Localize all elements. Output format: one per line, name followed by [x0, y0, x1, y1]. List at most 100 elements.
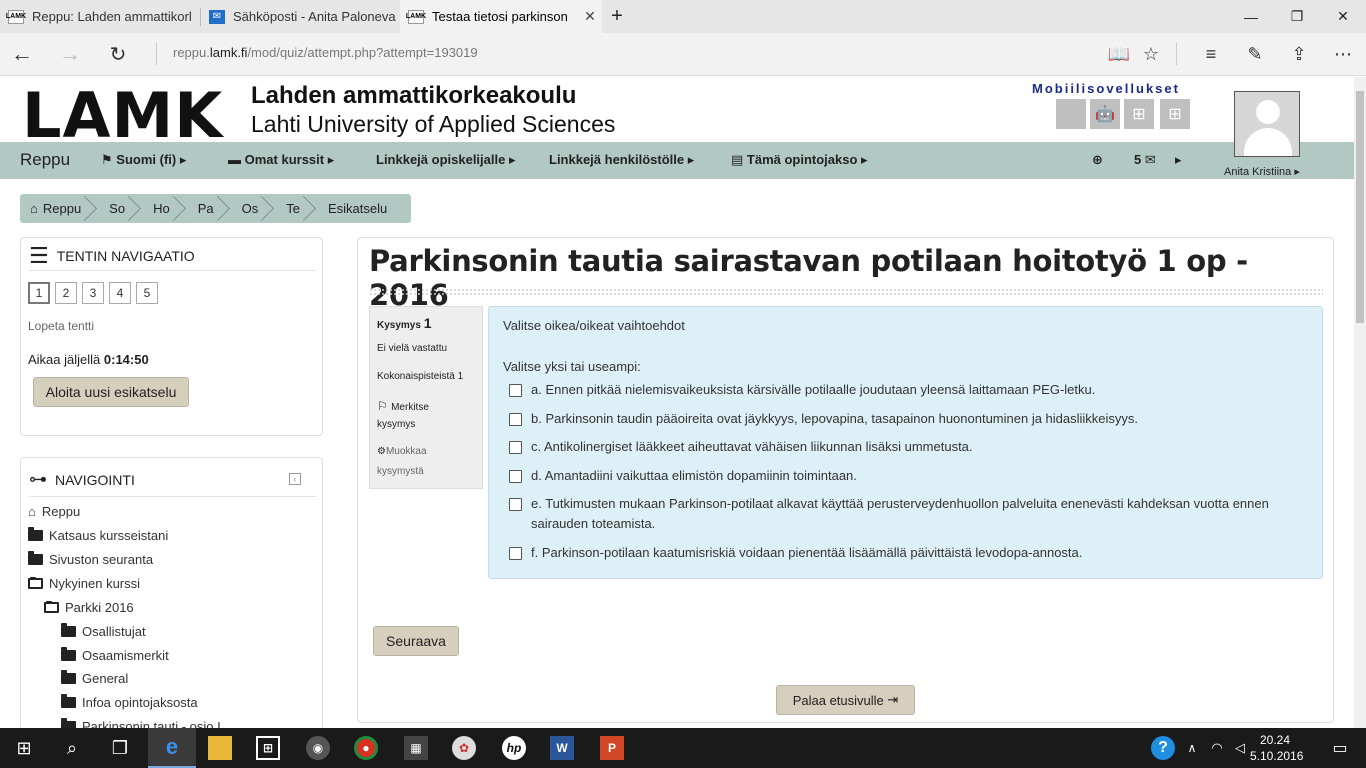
chevron-right-icon[interactable]: ▸: [1175, 152, 1182, 168]
back-to-home-button[interactable]: Palaa etusivulle ⇥: [776, 685, 915, 715]
minimize-icon[interactable]: —: [1228, 0, 1274, 33]
reading-view-icon[interactable]: 📖: [1103, 39, 1135, 69]
tab-email[interactable]: ✉ Sähköposti - Anita Paloneva: [201, 0, 401, 33]
answer-option-e[interactable]: e. Tutkimusten mukaan Parkinson-potilaat…: [509, 494, 1299, 534]
close-window-icon[interactable]: ✕: [1320, 0, 1366, 33]
hp-icon[interactable]: hp: [490, 728, 538, 768]
checkbox[interactable]: [509, 547, 522, 560]
restore-icon[interactable]: ❐: [1274, 0, 1320, 33]
help-icon[interactable]: ?: [1145, 728, 1181, 768]
share-icon[interactable]: ⇪: [1283, 39, 1315, 69]
breadcrumb-item[interactable]: Te: [274, 194, 316, 223]
back-arrow-icon[interactable]: ←: [6, 39, 38, 69]
more-icon[interactable]: ⋯: [1327, 39, 1359, 69]
page-title: Parkinsonin tautia sairastavan potilaan …: [369, 244, 1248, 312]
task-view-icon[interactable]: ❐: [96, 728, 144, 768]
url-field[interactable]: reppu.lamk.fi/mod/quiz/attempt.php?attem…: [173, 45, 478, 60]
scrollbar-thumb[interactable]: [1356, 91, 1364, 323]
answer-option-d[interactable]: d. Amantadiini vaikuttaa elimistön dopam…: [509, 466, 1299, 486]
checkbox[interactable]: [509, 413, 522, 426]
download-icon[interactable]: ⊕: [1092, 152, 1103, 168]
nav-my-courses[interactable]: ▬ Omat kurssit ▸: [228, 152, 334, 168]
checkbox[interactable]: [509, 498, 522, 511]
volume-icon[interactable]: ◁: [1228, 728, 1252, 768]
nav-item-current-course[interactable]: Nykyinen kurssi: [28, 576, 140, 591]
webcam-app-icon[interactable]: ◉: [294, 728, 342, 768]
checkbox[interactable]: [509, 441, 522, 454]
breadcrumb-item[interactable]: So: [97, 194, 141, 223]
breadcrumb-item[interactable]: Ho: [141, 194, 186, 223]
nav-item-reppu[interactable]: ⌂ Reppu: [28, 504, 80, 519]
breadcrumb-item[interactable]: Os: [230, 194, 275, 223]
answer-option-a[interactable]: a. Ennen pitkää nielemisvaikeuksista kär…: [509, 380, 1299, 400]
breadcrumb-item[interactable]: Pa: [186, 194, 230, 223]
chrome-icon[interactable]: ●: [342, 728, 390, 768]
wifi-icon[interactable]: ◠: [1205, 728, 1229, 768]
start-windows-icon[interactable]: ⊞: [0, 728, 48, 768]
next-button[interactable]: Seuraava: [373, 626, 459, 656]
gear-icon: ⚙: [377, 446, 386, 457]
file-explorer-icon[interactable]: [196, 728, 244, 768]
edit-question-link[interactable]: ⚙Muokkaa: [377, 446, 427, 457]
messages-menu[interactable]: 5 ✉: [1134, 152, 1156, 168]
quiz-nav-question-2[interactable]: 2: [55, 282, 77, 304]
refresh-icon[interactable]: ↻: [102, 39, 134, 69]
brand-reppu[interactable]: Reppu: [20, 150, 70, 170]
nav-item-general[interactable]: General: [61, 670, 128, 686]
checkbox[interactable]: [509, 384, 522, 397]
user-menu[interactable]: Anita Kristiina ▸: [1224, 165, 1300, 178]
answer-option-c[interactable]: c. Antikolinergiset lääkkeet aiheuttavat…: [509, 437, 1299, 457]
new-tab-button[interactable]: +: [604, 0, 630, 33]
nav-item-label: Osallistujat: [82, 624, 146, 639]
nav-student-links[interactable]: Linkkejä opiskelijalle ▸: [376, 152, 515, 168]
nav-item-site-tracking[interactable]: Sivuston seuranta: [28, 551, 153, 567]
store-icon[interactable]: ⊞: [244, 728, 292, 768]
apple-icon[interactable]: [1056, 99, 1086, 129]
tab-quiz[interactable]: LAMK Testaa tietosi parkinson ✕: [400, 0, 602, 33]
edge-browser-icon[interactable]: e: [148, 728, 196, 768]
start-new-preview-button[interactable]: Aloita uusi esikatselu: [33, 377, 189, 407]
nav-item-participants[interactable]: Osallistujat: [61, 623, 146, 639]
nav-language[interactable]: ⚑ Suomi (fi) ▸: [101, 152, 186, 168]
notifications-icon[interactable]: ▭: [1316, 728, 1364, 768]
dock-block-icon[interactable]: ‹: [289, 473, 301, 485]
tab-reppu[interactable]: LAMK Reppu: Lahden ammattikorl: [0, 0, 200, 33]
calculator-icon[interactable]: ▦: [392, 728, 440, 768]
page-scrollbar[interactable]: [1354, 77, 1366, 728]
search-icon[interactable]: ⌕: [48, 728, 96, 768]
breadcrumb-item[interactable]: ⌂ Reppu: [20, 194, 98, 223]
windows-icon[interactable]: ⊞: [1124, 99, 1154, 129]
windows-phone-icon[interactable]: ⊞: [1160, 99, 1190, 129]
nav-this-course[interactable]: ▤ Tämä opintojakso ▸: [731, 152, 868, 168]
flag-question-label[interactable]: kysymys: [377, 419, 415, 430]
flag-question-button[interactable]: ⚐ Merkitse: [377, 399, 429, 413]
quiz-nav-question-3[interactable]: 3: [82, 282, 104, 304]
nav-item-badges[interactable]: Osaamismerkit: [61, 647, 169, 663]
system-clock[interactable]: 20.24 5.10.2016: [1250, 732, 1303, 764]
avatar[interactable]: [1234, 91, 1300, 157]
nav-item-overview[interactable]: Katsaus kursseistani: [28, 527, 168, 543]
powerpoint-icon[interactable]: P: [588, 728, 636, 768]
chevron-up-icon[interactable]: ∧: [1180, 728, 1204, 768]
favorite-star-icon[interactable]: ☆: [1135, 39, 1167, 69]
web-note-icon[interactable]: ✎: [1239, 39, 1271, 69]
flag-icon: ⚑: [101, 152, 117, 167]
answer-option-b[interactable]: b. Parkinsonin taudin pääoireita ovat jä…: [509, 409, 1299, 429]
quiz-nav-question-1[interactable]: 1: [28, 282, 50, 304]
nav-item-course[interactable]: Parkki 2016: [44, 600, 134, 615]
edit-question-label[interactable]: kysymystä: [377, 466, 424, 477]
answer-option-f[interactable]: f. Parkinson-potilaan kaatumisriskiä voi…: [509, 543, 1299, 563]
hub-icon[interactable]: ≡: [1195, 39, 1227, 69]
nav-item-course-info[interactable]: Infoa opintojaksosta: [61, 694, 198, 710]
close-tab-icon[interactable]: ✕: [578, 8, 602, 25]
forward-arrow-icon[interactable]: →: [54, 39, 86, 69]
word-icon[interactable]: W: [538, 728, 586, 768]
android-icon[interactable]: 🤖: [1090, 99, 1120, 129]
paint-app-icon[interactable]: ✿: [440, 728, 488, 768]
finish-quiz-link[interactable]: Lopeta tentti: [28, 319, 94, 333]
quiz-nav-question-4[interactable]: 4: [109, 282, 131, 304]
nav-staff-links[interactable]: Linkkejä henkilöstölle ▸: [549, 152, 694, 168]
checkbox[interactable]: [509, 470, 522, 483]
quiz-nav-question-5[interactable]: 5: [136, 282, 158, 304]
nav-item-section-1[interactable]: Parkinsonin tauti - osio I: [61, 718, 221, 728]
